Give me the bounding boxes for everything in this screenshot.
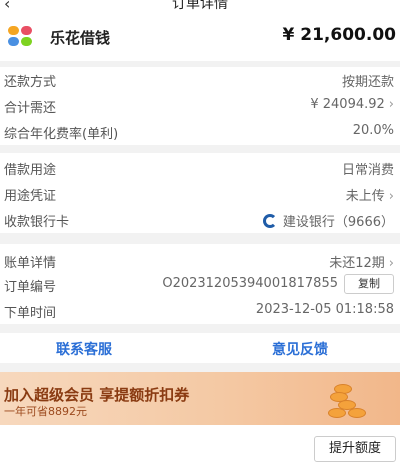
bank-card-row: 收款银行卡 建设银行（9666） [0, 207, 400, 233]
purpose-proof-label: 用途凭证 [4, 189, 57, 204]
repay-method-label: 还款方式 [4, 75, 57, 90]
repay-method-value: 按期还款 [341, 75, 394, 90]
banner-title: 加入超级会员 享提额折扣券 [4, 386, 190, 404]
top-nav: ‹ 订单详情 [0, 0, 400, 13]
purpose-proof-value: 未上传 [345, 189, 385, 204]
loan-purpose-row: 借款用途 日常消费 [0, 155, 400, 181]
feedback-link[interactable]: 意见反馈 [272, 339, 328, 359]
chevron-right-icon: › [388, 189, 394, 204]
repayment-card: 还款方式 按期还款 合计需还 ¥ 24094.92 › 综合年化费率(单利) 20… [0, 67, 400, 145]
order-time-row: 下单时间 2023-12-05 01:18:58 [0, 298, 400, 324]
vip-promo-banner[interactable]: 加入超级会员 享提额折扣券 一年可省8892元 [0, 372, 400, 425]
order-time-label: 下单时间 [4, 306, 57, 321]
bill-detail-value: 未还12期 [329, 256, 385, 271]
purpose-proof-row[interactable]: 用途凭证 未上传 › [0, 181, 400, 207]
loan-amount: ¥ 21,600.00 [282, 25, 396, 45]
brand-name: 乐花借钱 [50, 29, 111, 47]
annual-rate-row: 综合年化费率(单利) 20.0% [0, 119, 400, 145]
raise-limit-button[interactable]: 提升额度 [314, 436, 396, 462]
bill-detail-row[interactable]: 账单详情 未还12期 › [0, 248, 400, 274]
bottom-bar: 提升额度 [0, 425, 400, 469]
loan-info-card: 借款用途 日常消费 用途凭证 未上传 › 收款银行卡 建设银行（9666） [0, 153, 400, 233]
order-number-value: O20231205394001817855 [162, 276, 338, 291]
total-due-row[interactable]: 合计需还 ¥ 24094.92 › [0, 93, 400, 119]
bill-detail-label: 账单详情 [4, 256, 57, 271]
order-number-row: 订单编号 O20231205394001817855 复制 [0, 272, 400, 298]
annual-rate-label: 综合年化费率(单利) [4, 127, 119, 142]
order-time-value: 2023-12-05 01:18:58 [255, 302, 394, 317]
copy-button[interactable]: 复制 [344, 274, 394, 294]
contact-service-link[interactable]: 联系客服 [56, 339, 112, 359]
total-due-label: 合计需还 [4, 101, 57, 116]
brand-logo-icon [8, 26, 36, 46]
chevron-right-icon: › [388, 256, 394, 271]
annual-rate-value: 20.0% [352, 123, 394, 138]
bank-card-label: 收款银行卡 [4, 215, 70, 230]
loan-purpose-value: 日常消费 [341, 163, 394, 178]
coin-stack-icon [308, 378, 378, 424]
chevron-right-icon: › [388, 97, 394, 112]
action-bar: 联系客服 意见反馈 [0, 333, 400, 363]
order-number-label: 订单编号 [4, 280, 57, 295]
loan-purpose-label: 借款用途 [4, 163, 57, 178]
total-due-value: ¥ 24094.92 [310, 97, 385, 112]
order-info-card: 账单详情 未还12期 › 订单编号 O20231205394001817855 复… [0, 244, 400, 324]
banner-subtitle: 一年可省8892元 [4, 405, 87, 418]
order-header: 乐花借钱 ¥ 21,600.00 [0, 12, 400, 61]
ccb-bank-icon [262, 214, 277, 228]
repay-method-row: 还款方式 按期还款 [0, 67, 400, 93]
bank-card-value: 建设银行（9666） [282, 215, 394, 230]
